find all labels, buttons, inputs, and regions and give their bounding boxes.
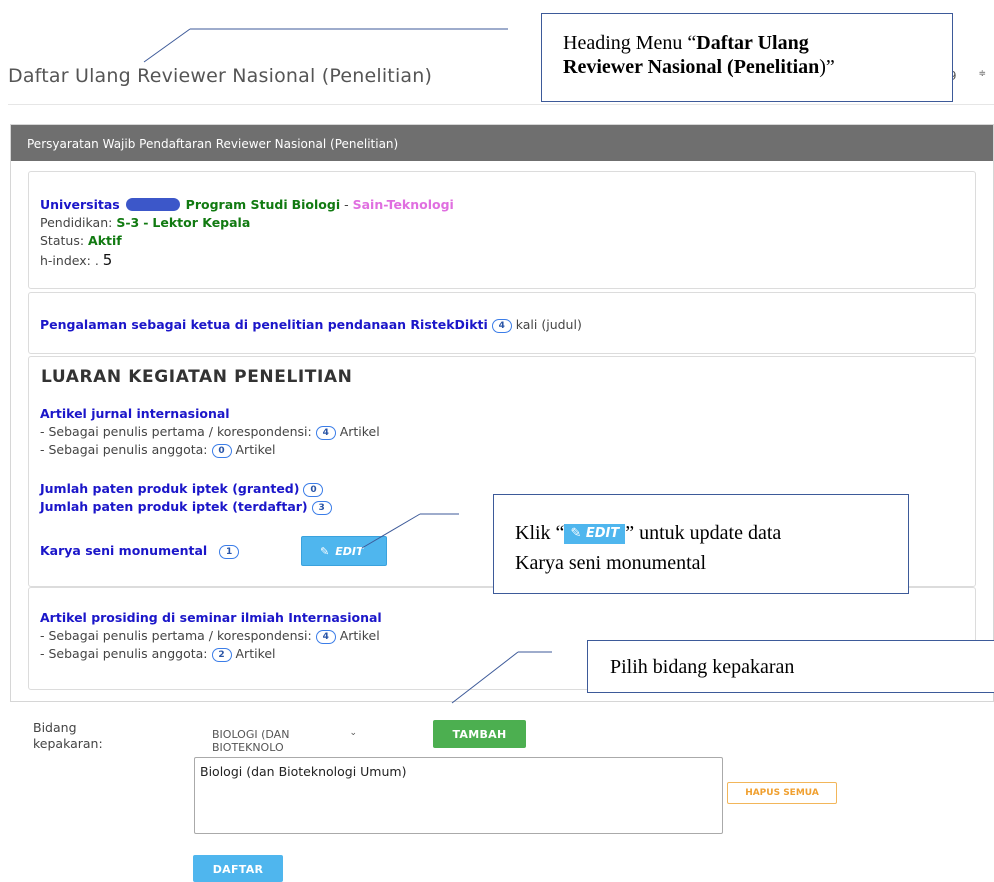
hindex-line: h-index: . 5 [40, 251, 112, 269]
intl-journal-member: - Sebagai penulis anggota: 0 Artikel [40, 442, 276, 458]
add-expertise-button[interactable]: TAMBAH [433, 720, 526, 748]
expertise-list[interactable]: Biologi (dan Bioteknologi Umum) [194, 757, 723, 834]
edit-art-button[interactable]: ✎ EDIT [301, 536, 387, 566]
header-divider [8, 104, 994, 105]
intl-journal-first-author: - Sebagai penulis pertama / korespondens… [40, 424, 380, 440]
expertise-select-value: BIOLOGI (DAN BIOTEKNOLO [212, 728, 290, 754]
first-author-count-badge: 4 [315, 426, 336, 440]
hindex-value: 5 [102, 251, 113, 269]
art-label: Karya seni monumental [40, 543, 208, 558]
field-name: Sain-Teknologi [352, 197, 454, 212]
art-line: Karya seni monumental 1 [40, 543, 240, 559]
intl-journal-label: Artikel jurnal internasional [40, 406, 230, 421]
education-separator: - [143, 215, 149, 230]
expertise-label-line2: kepakaran: [33, 736, 103, 751]
member-count-badge: 2 [211, 648, 232, 662]
art-count-badge: 1 [219, 545, 240, 559]
experience-line: Pengalaman sebagai ketua di penelitian p… [40, 317, 582, 333]
status-line: Status: Aktif [40, 233, 122, 248]
university-label: Universitas [40, 197, 120, 212]
requirements-panel: Persyaratan Wajib Pendaftaran Reviewer N… [10, 124, 994, 702]
first-author-count-badge: 4 [315, 630, 336, 644]
edit-chip-icon: ✎ EDIT [564, 524, 626, 544]
member-count-badge: 0 [211, 444, 232, 458]
first-author-label: - Sebagai penulis pertama / korespondens… [40, 424, 312, 439]
panel-heading: Persyaratan Wajib Pendaftaran Reviewer N… [11, 125, 993, 161]
expertise-label: Bidang kepakaran: [33, 720, 103, 752]
program-label: Program Studi [185, 197, 288, 212]
first-author-label: - Sebagai penulis pertama / korespondens… [40, 628, 312, 643]
outputs-title: LUARAN KEGIATAN PENELITIAN [41, 367, 353, 387]
register-button[interactable]: DAFTAR [193, 855, 283, 882]
patent-granted-label: Jumlah paten produk iptek (granted) [40, 481, 300, 496]
unit-label: Artikel [235, 442, 276, 457]
status-label: Status: [40, 233, 85, 248]
program-name: Biologi [291, 197, 341, 212]
member-label: - Sebagai penulis anggota: [40, 646, 208, 661]
expertise-list-item[interactable]: Biologi (dan Bioteknologi Umum) [200, 764, 722, 779]
experience-label: Pengalaman sebagai ketua di penelitian p… [40, 317, 488, 332]
expertise-label-line1: Bidang [33, 720, 77, 735]
patent-granted-badge: 0 [303, 483, 324, 497]
affiliation-line: Universitas Program Studi Biologi - Sain… [40, 197, 454, 212]
redacted-university-name [125, 198, 180, 211]
experience-suffix: kali (judul) [515, 317, 582, 332]
experience-count-badge: 4 [491, 319, 512, 333]
proceedings-first-author: - Sebagai penulis pertama / korespondens… [40, 628, 380, 644]
unit-label: Artikel [339, 424, 380, 439]
page-title: Daftar Ulang Reviewer Nasional (Peneliti… [8, 65, 433, 87]
field-separator: - [344, 197, 349, 212]
pencil-icon: ✎ [320, 545, 330, 558]
callout-bold-text: Reviewer Nasional (Penelitian [563, 56, 820, 78]
callout-text: Klik “ [515, 522, 565, 544]
proceedings-member: - Sebagai penulis anggota: 2 Artikel [40, 646, 276, 662]
callout-bold-text: Daftar Ulang [696, 32, 809, 54]
expertise-callout: Pilih bidang kepakaran [587, 640, 994, 693]
callout-text: Heading Menu “ [563, 32, 697, 54]
hindex-label: h-index: . [40, 253, 99, 268]
callout-text: ” untuk update data [625, 522, 782, 544]
chevron-down-icon: ⌄ [349, 728, 357, 738]
education-line: Pendidikan: S-3 - Lektor Kepala [40, 215, 250, 230]
unit-label: Artikel [339, 628, 380, 643]
proceedings-label: Artikel prosiding di seminar ilmiah Inte… [40, 610, 382, 625]
profile-box: Universitas Program Studi Biologi - Sain… [28, 171, 976, 289]
expertise-select[interactable]: BIOLOGI (DAN BIOTEKNOLO ⌄ [212, 728, 357, 754]
academic-rank: Lektor Kepala [152, 215, 251, 230]
callout-text: Pilih bidang kepakaran [610, 656, 795, 678]
patent-granted-line: Jumlah paten produk iptek (granted) 0 [40, 481, 324, 497]
chevron-updown-icon: ≑ [978, 69, 986, 79]
patent-registered-badge: 3 [311, 501, 332, 515]
education-label: Pendidikan: [40, 215, 113, 230]
status-value: Aktif [88, 233, 122, 248]
callout-text: Karya seni monumental [515, 552, 707, 574]
patent-registered-line: Jumlah paten produk iptek (terdaftar) 3 [40, 499, 332, 515]
patent-registered-label: Jumlah paten produk iptek (terdaftar) [40, 499, 308, 514]
edit-callout: Klik “✎ EDIT” untuk update data Karya se… [493, 494, 909, 594]
callout-text: )” [819, 56, 835, 78]
member-label: - Sebagai penulis anggota: [40, 442, 208, 457]
clear-all-button[interactable]: HAPUS SEMUA [727, 782, 837, 804]
education-level: S-3 [116, 215, 140, 230]
experience-box: Pengalaman sebagai ketua di penelitian p… [28, 292, 976, 354]
unit-label: Artikel [235, 646, 276, 661]
edit-label: EDIT [335, 545, 364, 558]
heading-callout: Heading Menu “Daftar Ulang Reviewer Nasi… [541, 13, 953, 102]
